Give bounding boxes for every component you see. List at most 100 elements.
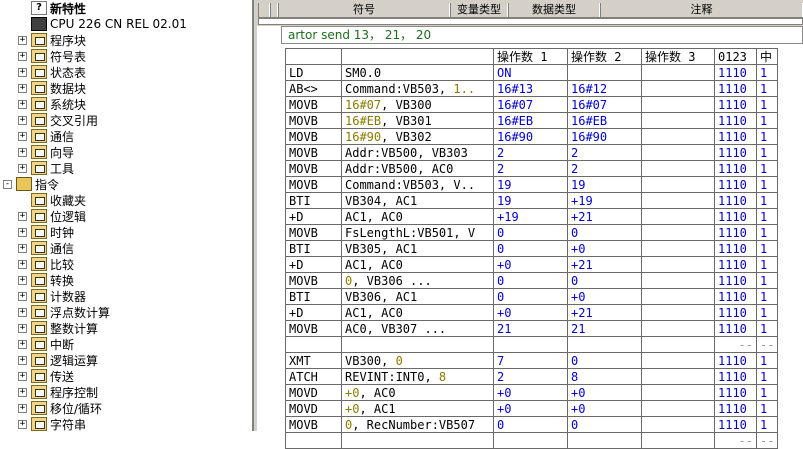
status-row[interactable]: MOVB 16#07, VB300 16#07 16#07 1110 1 (285, 96, 779, 113)
tree-item-label: 工具 (50, 161, 75, 176)
status-row[interactable]: BTI VB304, AC1 19 +19 1110 1 (285, 192, 779, 209)
status-row[interactable]: ATCH REVINT:INT0, 8 2 8 1110 1 (285, 368, 779, 385)
expand-icon[interactable]: + (18, 355, 27, 365)
status-row[interactable]: +D AC1, AC0 +0 +21 1110 1 (285, 304, 779, 321)
constant-operand: 8 (438, 369, 447, 384)
tree-item-string[interactable]: + 字符串 (18, 416, 86, 431)
tree-item-logic[interactable]: + 逻辑运算 (18, 352, 98, 368)
tree-item-clock[interactable]: + 时钟 (18, 224, 74, 240)
tree-item-symbol[interactable]: + 符号表 (18, 48, 86, 64)
symbol-header-datatype[interactable]: 数据类型 (508, 3, 600, 17)
panel-divider[interactable] (252, 0, 254, 431)
tree-item-status[interactable]: + 状态表 (18, 64, 86, 80)
instruction-tree: ? 新特性 CPU 226 CN REL 02.01 + 程序块 + 符号表 + 状态表 + 数据块… (0, 0, 252, 431)
tree-item-label: 程序块 (50, 33, 87, 48)
expand-icon[interactable]: + (18, 403, 27, 413)
expand-icon[interactable]: + (18, 131, 27, 141)
expand-icon[interactable]: + (18, 35, 27, 45)
status-row[interactable]: MOVB Command:VB503, V.. 19 19 1110 1 (285, 176, 779, 193)
symbol-header-symbol[interactable]: 符号 (278, 3, 450, 17)
tree-item-float[interactable]: + 浮点数计算 (18, 304, 110, 320)
tree-item-integer[interactable]: + 整数计算 (18, 320, 98, 336)
status-row[interactable]: +D AC1, AC0 +19 +21 1110 1 (285, 208, 779, 225)
expand-icon[interactable]: + (18, 115, 27, 125)
status-row[interactable]: MOVD +0, AC0 +0 +0 1110 1 (285, 384, 779, 401)
tree-item-counter[interactable]: + 计数器 (18, 288, 86, 304)
expand-icon[interactable]: + (18, 323, 27, 333)
collapse-icon[interactable]: - (3, 179, 12, 189)
operand-3-value (641, 432, 715, 449)
expand-icon[interactable]: + (18, 211, 27, 221)
status-row[interactable]: MOVB AC0, VB307 ... 21 21 1110 1 (285, 320, 779, 337)
expand-icon[interactable]: + (18, 243, 27, 253)
symbol-table-row[interactable] (258, 18, 803, 25)
tree-item-sysblock[interactable]: + 系统块 (18, 96, 86, 112)
folder-icon (31, 321, 47, 335)
tree-item-tools[interactable]: + 工具 (18, 160, 74, 176)
expand-icon[interactable]: + (18, 291, 27, 301)
tree-item-fav[interactable]: 收藏夹 (18, 192, 86, 208)
tree-item-datablock[interactable]: + 数据块 (18, 80, 86, 96)
operand-1-value: +19 (493, 208, 568, 225)
logic-stack-bits: 1110 (714, 288, 757, 305)
status-row[interactable]: MOVB 0, RecNumber:VB507 0 0 1110 1 (285, 416, 779, 433)
tree-item-comm2[interactable]: + 通信 (18, 240, 74, 256)
expand-icon[interactable]: + (18, 387, 27, 397)
tree-item-comm[interactable]: + 通信 (18, 128, 74, 144)
tree-item-convert[interactable]: + 转换 (18, 272, 74, 288)
tree-item-move[interactable]: + 传送 (18, 368, 74, 384)
logic-stack-bits: 1110 (714, 320, 757, 337)
status-row[interactable]: MOVD +0, AC1 +0 +0 1110 1 (285, 400, 779, 417)
operands-cell: 16#90, VB302 (341, 128, 494, 145)
expand-icon[interactable]: + (18, 275, 27, 285)
tree-item-new[interactable]: ? 新特性 (18, 0, 86, 16)
expand-icon[interactable]: + (18, 147, 27, 157)
expand-icon[interactable]: + (18, 163, 27, 173)
symbol-header-comment[interactable]: 注释 (600, 3, 803, 17)
expand-icon[interactable]: + (18, 419, 27, 429)
expand-icon[interactable]: + (18, 51, 27, 61)
status-row[interactable]: XMT VB300, 0 7 0 1110 1 (285, 352, 779, 369)
tree-item-instructions[interactable]: - 指令 (3, 176, 59, 192)
expand-icon[interactable]: + (18, 259, 27, 269)
tree-item-wizard[interactable]: + 向导 (18, 144, 74, 160)
expand-icon[interactable]: + (18, 339, 27, 349)
folder-icon (31, 305, 47, 319)
status-row[interactable]: -- -- (285, 336, 779, 353)
status-row[interactable]: BTI VB306, AC1 0 +0 1110 1 (285, 288, 779, 305)
status-row[interactable]: MOVB 0, VB306 ... 0 0 1110 1 (285, 272, 779, 289)
operand-3-value (641, 240, 715, 257)
expand-icon[interactable]: + (18, 371, 27, 381)
expand-icon[interactable]: + (18, 99, 27, 109)
symbol-header-vartype[interactable]: 变量类型 (450, 3, 508, 17)
status-row[interactable]: LD SM0.0 ON 1110 1 (285, 64, 779, 81)
status-row[interactable]: MOVB FsLengthL:VB501, V 0 0 1110 1 (285, 224, 779, 241)
instruction-cell: BTI (285, 240, 342, 257)
header-stack: 中 (755, 48, 779, 65)
tree-item-progctrl[interactable]: + 程序控制 (18, 384, 98, 400)
tree-item-program[interactable]: + 程序块 (18, 32, 86, 48)
tree-item-label: 移位/循环 (50, 401, 103, 416)
operand-text: Addr:VB500, AC0 (345, 161, 454, 176)
tree-item-compare[interactable]: + 比较 (18, 256, 74, 272)
tree-item-bitlogic[interactable]: + 位逻辑 (18, 208, 86, 224)
expand-icon[interactable]: + (18, 83, 27, 93)
tree-item-xref[interactable]: + 交叉引用 (18, 112, 98, 128)
expand-icon[interactable]: + (18, 227, 27, 237)
expand-icon[interactable]: + (18, 307, 27, 317)
status-row[interactable]: MOVB 16#90, VB302 16#90 16#90 1110 1 (285, 128, 779, 145)
tree-item-shift[interactable]: + 移位/循环 (18, 400, 102, 416)
expand-icon[interactable]: + (18, 67, 27, 77)
tree-item-interrupt[interactable]: + 中断 (18, 336, 74, 352)
operand-1-value: 16#13 (493, 80, 568, 97)
operands-cell (341, 336, 494, 353)
tree-item-cpu[interactable]: CPU 226 CN REL 02.01 (18, 16, 187, 32)
status-row[interactable]: MOVB 16#EB, VB301 16#EB 16#EB 1110 1 (285, 112, 779, 129)
status-row[interactable]: AB<> Command:VB503, 1.. 16#13 16#12 1110 1 (285, 80, 779, 97)
status-row[interactable]: MOVB Addr:VB500, VB303 2 2 1110 1 (285, 144, 779, 161)
status-row[interactable]: -- -- (285, 432, 779, 449)
instruction-cell: MOVD (285, 400, 342, 417)
status-row[interactable]: BTI VB305, AC1 0 +0 1110 1 (285, 240, 779, 257)
status-row[interactable]: MOVB Addr:VB500, AC0 2 2 1110 1 (285, 160, 779, 177)
status-row[interactable]: +D AC1, AC0 +0 +21 1110 1 (285, 256, 779, 273)
